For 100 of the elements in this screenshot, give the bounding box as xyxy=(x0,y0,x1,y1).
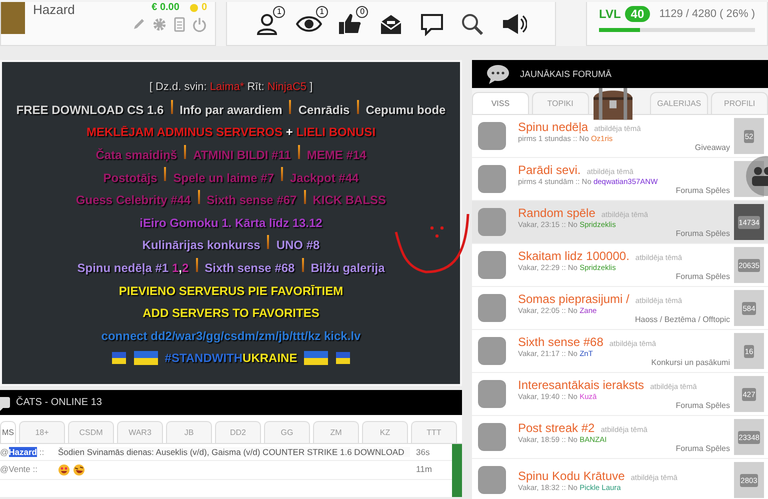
separator-icon xyxy=(356,100,359,114)
topic-link[interactable]: Interesantākais ieraksts xyxy=(518,378,644,392)
coin-icon xyxy=(190,4,198,12)
group-icon[interactable] xyxy=(746,156,768,196)
announcement-link[interactable]: Jackpot #44 xyxy=(290,170,359,185)
forum-tab[interactable]: VISS xyxy=(472,92,529,114)
flag-icon xyxy=(134,350,158,366)
announcement-link[interactable]: Info par awardiem xyxy=(180,102,282,117)
topic-link[interactable]: Random spēle xyxy=(518,206,596,220)
topic-link[interactable]: Skaitam lidz 100000. xyxy=(518,249,630,263)
category-text: Konkursi un pasākumi xyxy=(650,358,731,367)
separator-icon xyxy=(302,258,304,272)
speech-bubble-icon xyxy=(0,394,10,410)
announcement-link[interactable]: Čata smaidiņš xyxy=(96,148,178,162)
chat-tab[interactable]: 18+ xyxy=(19,421,65,443)
chat-tab[interactable]: KZ xyxy=(362,421,408,443)
announcement-link[interactable]: Cenrādis xyxy=(298,102,350,117)
announcement-link[interactable]: Cepumu bode xyxy=(366,102,446,117)
announcement-link[interactable]: MEKLĒJAM ADMINUS SERVEROS + LIELI BONUSI xyxy=(86,125,376,140)
avatar-placeholder xyxy=(478,165,506,193)
username[interactable]: Hazard xyxy=(33,2,75,32)
hashtag-text: #STANDWITHUKRAINE xyxy=(164,351,298,366)
announcement-link[interactable]: iEiro Gomoku 1. Kārta līdz 13.12 xyxy=(140,216,322,230)
announcement-link[interactable]: Sixth sense #67 xyxy=(206,193,297,208)
category-text: Foruma Spēles xyxy=(674,229,731,238)
separator-icon xyxy=(164,167,166,182)
count-badge: 0 xyxy=(356,6,368,18)
balance: € 0.00 xyxy=(152,2,180,13)
avatar-placeholder xyxy=(478,380,506,408)
flag-icon xyxy=(335,351,352,366)
separator-icon xyxy=(170,100,173,114)
category-text: Haoss / Beztēma / Offtopic xyxy=(634,315,731,324)
megaphone-icon[interactable] xyxy=(500,12,527,36)
announcement-link[interactable]: UNO #8 xyxy=(276,238,320,252)
user-icon[interactable] xyxy=(255,12,280,36)
experience-text: 1129 / 4280 ( 26% ) xyxy=(659,8,755,20)
announcement-link[interactable]: connect dd2/war3/gg/csdm/zm/jb/ttt/kz kick.lv xyxy=(101,328,361,343)
avatar-placeholder xyxy=(478,122,506,150)
speech-bubble-icon[interactable] xyxy=(420,12,444,36)
forum-tab[interactable]: TOPIKI xyxy=(532,92,589,114)
topic-link[interactable]: Spinu nedēļa xyxy=(518,120,588,134)
avatar-placeholder xyxy=(478,208,506,236)
level-badge: 40 xyxy=(624,6,650,22)
separator-icon xyxy=(304,190,306,204)
separator-icon xyxy=(267,235,270,250)
flag-icon xyxy=(304,350,328,366)
forum-tab[interactable]: PROFILI xyxy=(711,92,768,114)
chat-message: Šodien Svinamās dienas: Auseklis (v/d), Gaisma (v/d) COUNTER STRIKE 1.6 DOWNLOAD xyxy=(58,447,410,457)
chat-tab[interactable]: ZM xyxy=(313,421,359,443)
topic-link[interactable]: Post streak #2 xyxy=(518,421,595,435)
avatar-placeholder xyxy=(478,294,506,322)
announcement-link[interactable]: Spinu nedēļa #1 1,2 xyxy=(77,261,189,276)
category-text: Foruma Spēles xyxy=(674,401,731,410)
chat-tab[interactable]: JB xyxy=(166,421,212,443)
announcement-link[interactable]: [ Dz.d. svin: Laima* Rīt: NinjaC5 ] xyxy=(149,81,313,94)
announcement-link[interactable]: Postotājs xyxy=(103,170,158,185)
count-badge: 1 xyxy=(273,6,286,18)
level-label: LVL xyxy=(599,7,621,21)
smiley-icon xyxy=(73,464,85,476)
speech-bubble-icon xyxy=(486,64,510,84)
topic-link[interactable]: Spinu Kodu Krātuve xyxy=(518,468,625,482)
separator-icon xyxy=(281,167,283,182)
announcement-link[interactable]: Spele un laime #7 xyxy=(173,170,274,185)
message-time: 11m xyxy=(416,464,433,474)
announcement-link[interactable]: KICK BALSS xyxy=(312,193,386,208)
online-indicator xyxy=(452,444,462,497)
chat-username[interactable]: @Vente :: xyxy=(0,464,52,474)
announcement-link[interactable]: FREE DOWNLOAD CS 1.6 xyxy=(16,102,164,117)
chat-tab[interactable]: DD2 xyxy=(215,421,261,443)
category-text: Foruma Spēles xyxy=(674,444,731,453)
announcement-link[interactable]: Sixth sense #68 xyxy=(204,261,295,276)
topic-link[interactable]: Parādi sevi. xyxy=(518,163,581,177)
announcement-link[interactable]: MEME #14 xyxy=(306,148,366,162)
announcement-link[interactable]: Bilžu galerija xyxy=(310,261,385,276)
forum-tab[interactable]: GALERIJAS xyxy=(650,92,708,114)
separator-icon xyxy=(289,100,292,114)
announcement-link[interactable]: PIEVIENO SERVERUS PIE FAVORĪTIEM xyxy=(118,284,344,298)
message-time: 36s xyxy=(416,447,431,457)
announcement-link[interactable]: ADD SERVERS TO FAVORITES xyxy=(142,306,320,320)
avatar-placeholder xyxy=(478,466,506,494)
announcement-link[interactable]: Guess Celebrity #44 xyxy=(76,193,191,208)
announcement-link[interactable]: Kulinārijas konkurss xyxy=(142,238,260,252)
announcement-link[interactable]: ATMINI BILDI #11 xyxy=(193,148,291,162)
chat-tab[interactable]: MS xyxy=(0,421,16,443)
category-text: Giveaway xyxy=(694,143,731,152)
avatar-placeholder xyxy=(1,2,25,34)
search-icon[interactable] xyxy=(460,12,484,36)
chat-tab[interactable]: GG xyxy=(264,421,310,443)
topic-link[interactable]: Somas pieprasijumi / xyxy=(518,292,630,306)
separator-icon xyxy=(198,190,200,204)
forum-title: JAUNĀKAIS FORUMĀ xyxy=(520,69,612,79)
thumbs-up-icon[interactable] xyxy=(338,12,362,36)
coin-count: 0 xyxy=(201,2,207,13)
chat-tab[interactable]: WAR3 xyxy=(117,421,163,443)
category-text: Foruma Spēles xyxy=(674,186,731,195)
separator-icon xyxy=(298,144,300,159)
chat-tab[interactable]: TTT xyxy=(411,421,457,443)
category-text: Foruma Spēles xyxy=(674,272,731,281)
chat-tab[interactable]: CSDM xyxy=(68,421,114,443)
topic-link[interactable]: Sixth sense #68 xyxy=(518,335,604,349)
